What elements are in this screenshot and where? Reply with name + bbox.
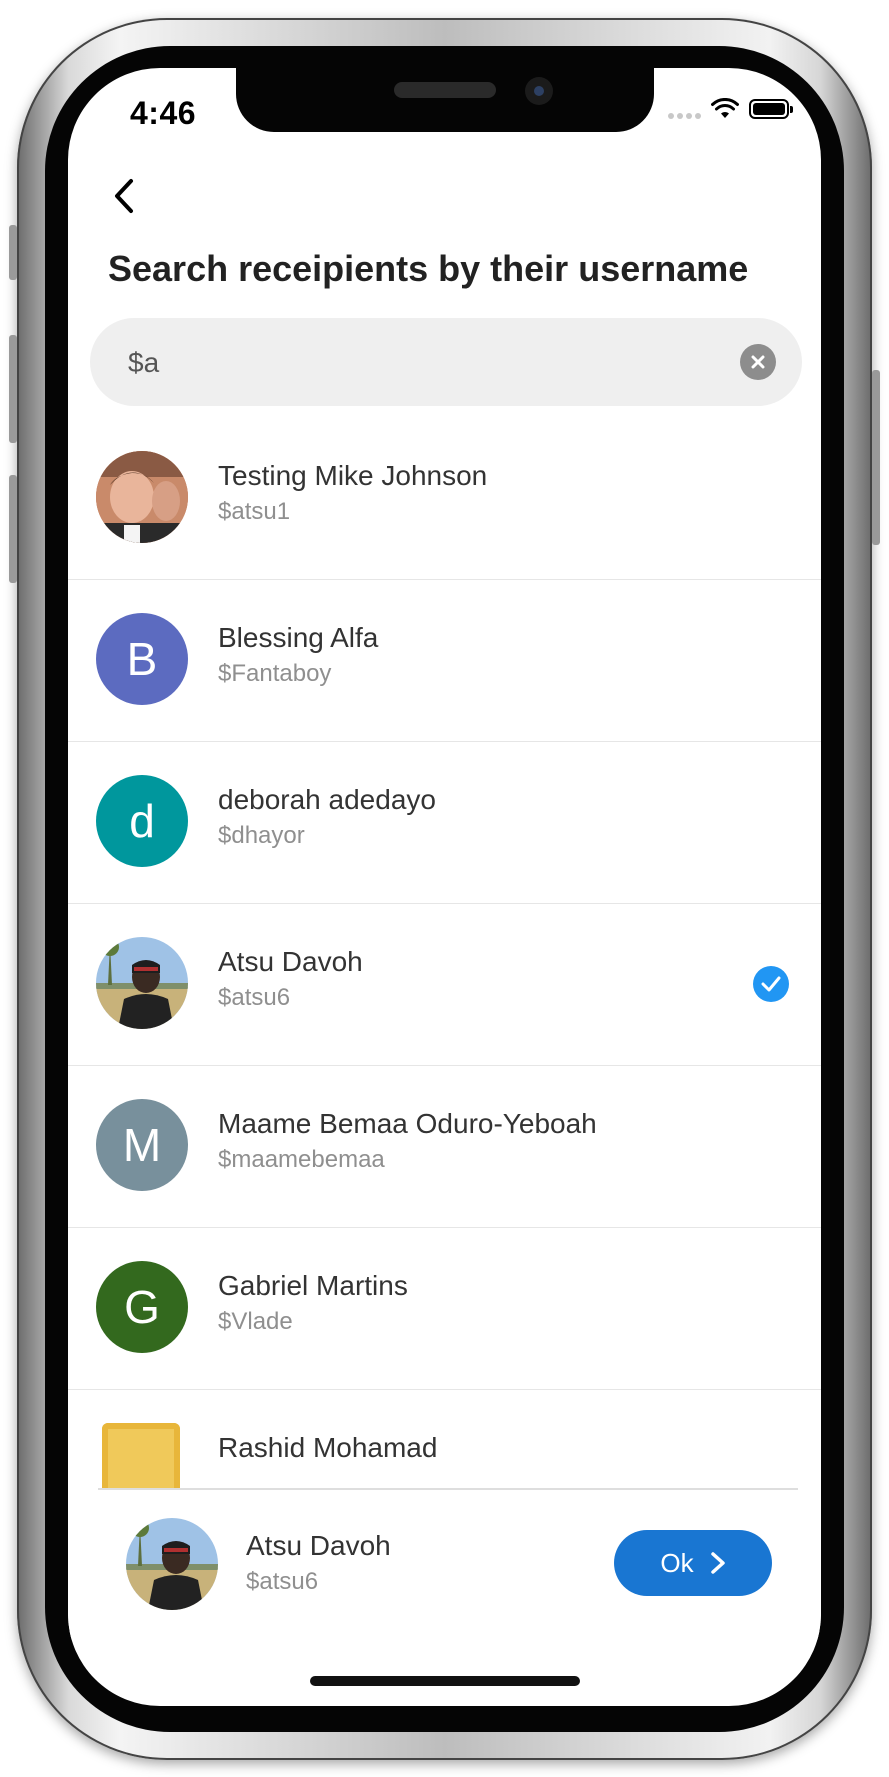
recipient-row[interactable]: G Gabriel Martins $Vlade — [68, 1228, 821, 1390]
recipient-row[interactable]: Atsu Davoh $atsu6 — [68, 904, 821, 1066]
avatar-initial: M — [122, 1119, 162, 1171]
front-camera — [525, 77, 553, 105]
selected-recipient-bar: Atsu Davoh $atsu6 Ok — [68, 1490, 821, 1640]
search-bar — [90, 318, 802, 408]
cellular-signal-icon — [668, 99, 701, 119]
recipient-name: Blessing Alfa — [218, 622, 379, 653]
recipient-username: $maamebemaa — [218, 1146, 385, 1173]
speaker — [394, 82, 496, 98]
recipient-list: Testing Mike Johnson $atsu1 B Blessing A… — [68, 418, 821, 1521]
battery-icon — [749, 99, 793, 119]
recipient-name: Gabriel Martins — [218, 1270, 408, 1301]
selected-avatar — [126, 1518, 218, 1610]
volume-down-button — [9, 475, 17, 583]
home-indicator[interactable] — [310, 1676, 580, 1686]
recipient-username: $atsu6 — [218, 984, 291, 1011]
recipient-name: deborah adedayo — [218, 784, 436, 815]
recipient-row[interactable]: Testing Mike Johnson $atsu1 — [68, 418, 821, 580]
avatar — [96, 451, 188, 543]
avatar-initial: B — [126, 633, 158, 685]
notch — [236, 68, 654, 132]
back-button[interactable] — [104, 176, 144, 216]
search-input[interactable] — [126, 318, 690, 408]
chevron-left-icon — [115, 179, 133, 213]
avatar: M — [96, 1099, 188, 1191]
avatar-initial: d — [129, 795, 155, 847]
recipient-row[interactable]: M Maame Bemaa Oduro-Yeboah $maamebemaa — [68, 1066, 821, 1228]
recipient-name: Atsu Davoh — [218, 946, 363, 977]
avatar: B — [96, 613, 188, 705]
avatar-initial: G — [124, 1281, 160, 1333]
recipient-username: $atsu1 — [218, 498, 291, 525]
avatar: G — [96, 1261, 188, 1353]
recipient-username: $Fantaboy — [218, 660, 332, 687]
recipient-name: Maame Bemaa Oduro-Yeboah — [218, 1108, 597, 1139]
selected-recipient-name: Atsu Davoh — [246, 1530, 391, 1561]
recipient-row[interactable]: B Blessing Alfa $Fantaboy — [68, 580, 821, 742]
recipient-username: $dhayor — [218, 822, 305, 849]
ok-button[interactable]: Ok — [614, 1530, 772, 1596]
clear-icon — [751, 355, 765, 369]
avatar — [96, 937, 188, 1029]
selected-check-icon — [753, 966, 789, 1002]
clear-search-button[interactable] — [740, 344, 776, 380]
ok-button-label: Ok — [660, 1547, 694, 1578]
recipient-username: $Vlade — [218, 1308, 293, 1335]
page-title: Search receipients by their username — [108, 248, 749, 289]
app-screen: 4:46 Search receipients by their usernam… — [68, 68, 821, 1706]
avatar: d — [96, 775, 188, 867]
selected-recipient-username: $atsu6 — [246, 1568, 319, 1595]
status-icons — [668, 98, 793, 120]
volume-up-button — [9, 335, 17, 443]
power-button — [872, 370, 880, 545]
recipient-row[interactable]: d deborah adedayo $dhayor — [68, 742, 821, 904]
recipient-name: Rashid Mohamad — [218, 1432, 438, 1463]
wifi-icon — [711, 98, 739, 118]
status-time: 4:46 — [130, 95, 197, 131]
recipient-name: Testing Mike Johnson — [218, 460, 488, 491]
silent-switch — [9, 225, 17, 280]
chevron-right-icon — [710, 1552, 725, 1574]
